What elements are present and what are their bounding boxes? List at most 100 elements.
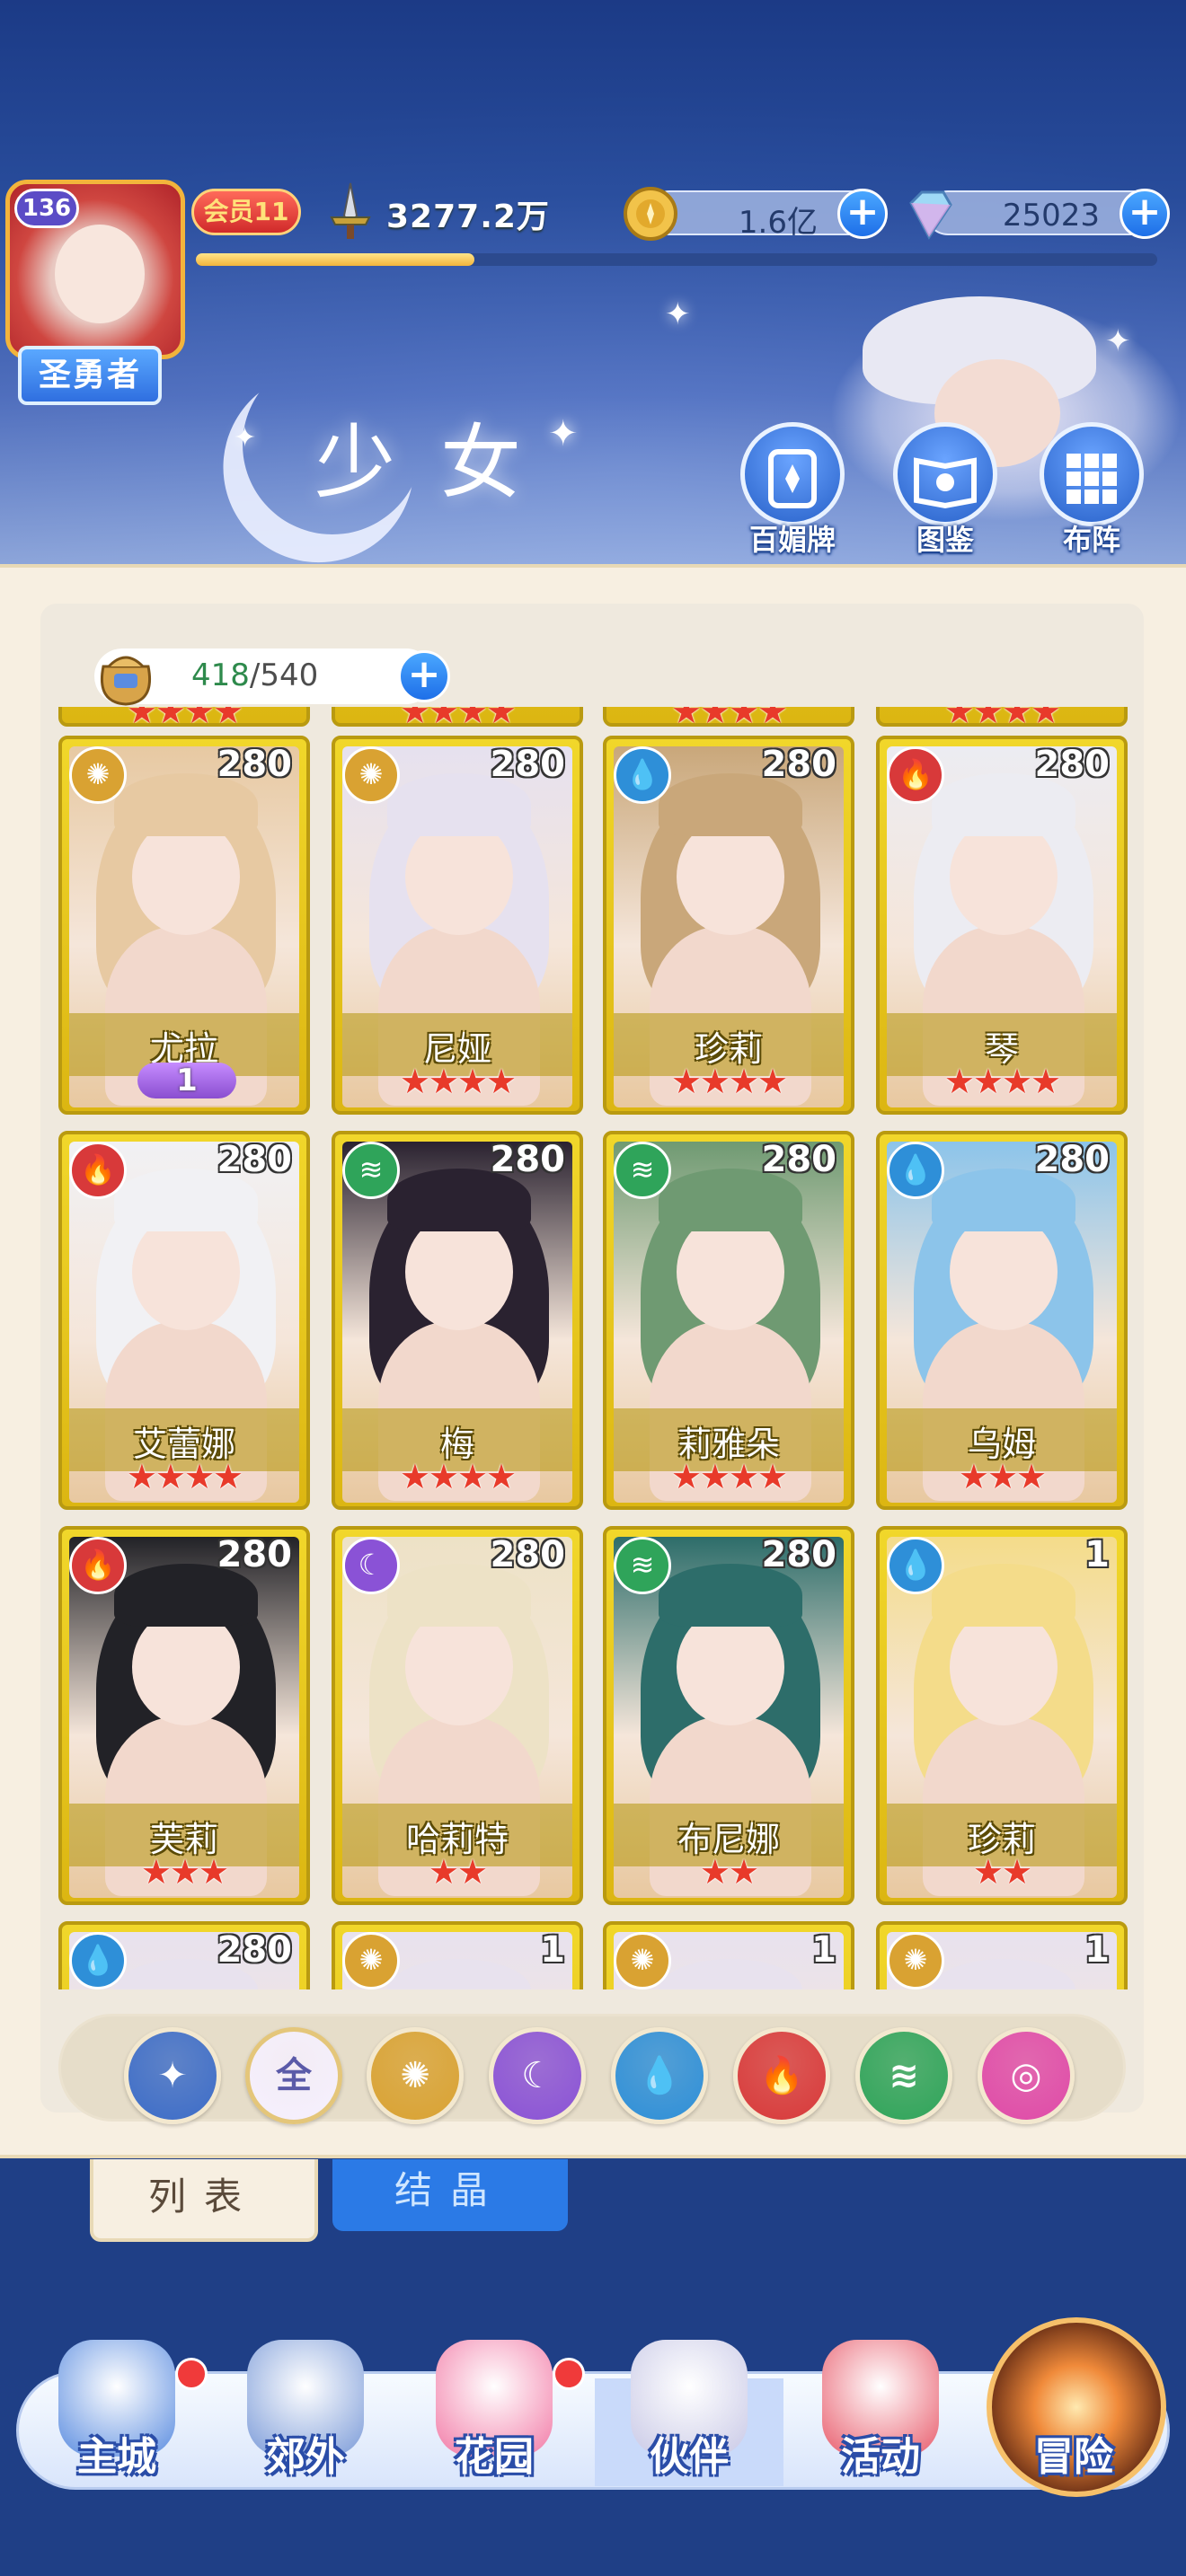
companion-card[interactable]: 🔥 280 芙莉 ★★★ — [58, 1526, 310, 1905]
star-rating: ★★★★ — [670, 1062, 788, 1101]
formation-button[interactable]: 布阵 — [1038, 422, 1146, 557]
charm-cards-button[interactable]: 百媚牌 — [739, 422, 846, 557]
book-icon — [893, 422, 997, 526]
filter-dark-button[interactable]: ☾ — [489, 2027, 586, 2124]
filter-star-button[interactable]: ✦ — [124, 2027, 221, 2124]
companion-level: 280 — [761, 1139, 837, 1180]
nav-label: 伙伴 — [650, 2434, 729, 2480]
star-rating: ★★★★ — [399, 1457, 517, 1496]
companion-card-partial[interactable]: ★★★★ — [58, 707, 310, 727]
nav-label: 活动 — [841, 2434, 920, 2480]
diamond-value: 25023 — [1002, 198, 1100, 234]
add-diamond-button[interactable]: + — [1120, 189, 1170, 239]
capacity-text: 418/540 — [191, 657, 318, 693]
companion-card[interactable]: ✺ 280 尤拉 1 — [58, 736, 310, 1115]
water-drop-icon: 💧 — [614, 746, 671, 804]
filter-wind-button[interactable]: ≋ — [855, 2027, 952, 2124]
filter-fire-button[interactable]: 🔥 — [733, 2027, 830, 2124]
companion-level: 280 — [490, 744, 566, 785]
filter-special-button[interactable]: ◎ — [978, 2027, 1075, 2124]
companion-card[interactable]: ✺ 1 — [332, 1921, 583, 1989]
companion-level: 1 — [540, 1929, 565, 1971]
star-rating: ★★★★ — [670, 707, 788, 727]
moon-icon: ☾ — [521, 2055, 553, 2096]
companion-level: 1 — [1084, 1534, 1110, 1575]
companion-card[interactable]: 🔥 280 琴 ★★★★ — [876, 736, 1128, 1115]
sparkle-icon: ✦ — [665, 296, 691, 332]
portrait-hair-front — [932, 1959, 1075, 1989]
star-rating: ★★★★ — [399, 707, 517, 727]
star-rating: ★★ — [428, 1852, 488, 1892]
companion-card[interactable]: ≋ 280 布尼娜 ★★ — [603, 1526, 854, 1905]
nav-companion[interactable]: 伙伴 — [595, 2340, 783, 2501]
companion-card[interactable]: ✺ 280 尼娅 ★★★★ — [332, 736, 583, 1115]
companion-level: 280 — [1034, 1139, 1111, 1180]
sun-icon: ✺ — [614, 1932, 671, 1989]
companion-level: 280 — [217, 1139, 293, 1180]
gallery-button[interactable]: 图鉴 — [891, 422, 999, 557]
combat-power: 3277.2万 — [319, 180, 589, 243]
companion-card[interactable]: 💧 280 乌姆 ★★★ — [876, 1131, 1128, 1510]
companion-card[interactable]: ≋ 280 梅 ★★★★ — [332, 1131, 583, 1510]
companion-level: 280 — [490, 1534, 566, 1575]
player-title[interactable]: 圣勇者 — [18, 346, 162, 405]
companion-level: 280 — [761, 1534, 837, 1575]
companion-card-partial[interactable]: ★★★★ — [332, 707, 583, 727]
companion-card[interactable]: 💧 280 珍莉 ★★★★ — [603, 736, 854, 1115]
card-icon — [740, 422, 845, 526]
companion-card[interactable]: ≋ 280 莉雅朵 ★★★★ — [603, 1131, 854, 1510]
gold-coin-icon — [624, 187, 677, 241]
companion-card[interactable]: 💧 280 — [58, 1921, 310, 1989]
nav-event[interactable]: 活动 — [786, 2340, 975, 2501]
star-rating: ★★★★ — [399, 1062, 517, 1101]
companion-card[interactable]: 🔥 280 艾蕾娜 ★★★★ — [58, 1131, 310, 1510]
whirlwind-icon: ≋ — [614, 1537, 671, 1594]
companion-level: 280 — [217, 1929, 293, 1971]
vip-badge[interactable]: 会员11 — [191, 189, 301, 235]
companion-grid[interactable]: ★★★★ ★★★★ ★★★★ ★★★★ ✺ 280 尤拉 1 ✺ 280 尼娅 ★★★★ 💧 280 珍莉 ★… — [58, 707, 1155, 1989]
companion-level: 280 — [217, 744, 293, 785]
companion-panel: 418/540 + ★★★★ ★★★★ ★★★★ ★★★★ ✺ 280 尤拉 1 ✺ 280 尼娅 ★… — [0, 564, 1186, 2158]
nav-adventure[interactable]: 冒险 — [979, 2340, 1168, 2501]
whirlwind-icon: ≋ — [614, 1142, 671, 1199]
owned-count: 418 — [191, 657, 250, 693]
formation-label: 布阵 — [1062, 523, 1120, 557]
xp-bar — [196, 253, 1157, 266]
companion-card-partial[interactable]: ★★★★ — [876, 707, 1128, 727]
awaken-badge: 1 — [137, 1063, 236, 1098]
bag-icon — [100, 656, 152, 706]
gold-value: 1.6亿 — [738, 205, 818, 241]
diamond-icon — [909, 190, 952, 240]
filter-light-button[interactable]: ✺ — [367, 2027, 464, 2124]
companion-card-partial[interactable]: ★★★★ — [603, 707, 854, 727]
star-rating: ★★★★ — [670, 1457, 788, 1496]
add-gold-button[interactable]: + — [837, 189, 888, 239]
sword-icon — [330, 182, 371, 239]
tab-list[interactable]: 列表 — [90, 2159, 318, 2242]
star-rating: ★★★★ — [126, 707, 243, 727]
nav-label: 冒险 — [1034, 2434, 1113, 2480]
star-rating: ★★★★ — [126, 1457, 243, 1496]
expand-capacity-button[interactable]: + — [398, 650, 450, 702]
nav-outskirts[interactable]: 郊外 — [211, 2340, 400, 2501]
water-drop-icon: 💧 — [887, 1537, 944, 1594]
filter-water-button[interactable]: 💧 — [611, 2027, 708, 2124]
combat-power-value: 3277.2万 — [386, 198, 550, 235]
companion-level: 280 — [217, 1534, 293, 1575]
companion-card[interactable]: ✺ 1 — [876, 1921, 1128, 1989]
sun-icon: ✺ — [887, 1932, 944, 1989]
player-level-badge: 136 — [14, 189, 79, 228]
companion-card[interactable]: 💧 1 珍莉 ★★ — [876, 1526, 1128, 1905]
star-rating: ★★★★ — [943, 707, 1061, 727]
filter-all-button[interactable]: 全 — [245, 2027, 342, 2124]
nav-label: 郊外 — [266, 2434, 345, 2480]
moon-icon: ☾ — [342, 1537, 400, 1594]
companion-card[interactable]: ☾ 280 哈莉特 ★★ — [332, 1526, 583, 1905]
capacity-counter: 418/540 + — [94, 648, 450, 706]
gallery-label: 图鉴 — [916, 523, 974, 557]
nav-label: 主城 — [77, 2434, 156, 2480]
tab-crystal[interactable]: 结晶 — [332, 2159, 568, 2231]
water-drop-icon: 💧 — [69, 1932, 127, 1989]
star-rating: ★★ — [699, 1852, 759, 1892]
companion-card[interactable]: ✺ 1 — [603, 1921, 854, 1989]
